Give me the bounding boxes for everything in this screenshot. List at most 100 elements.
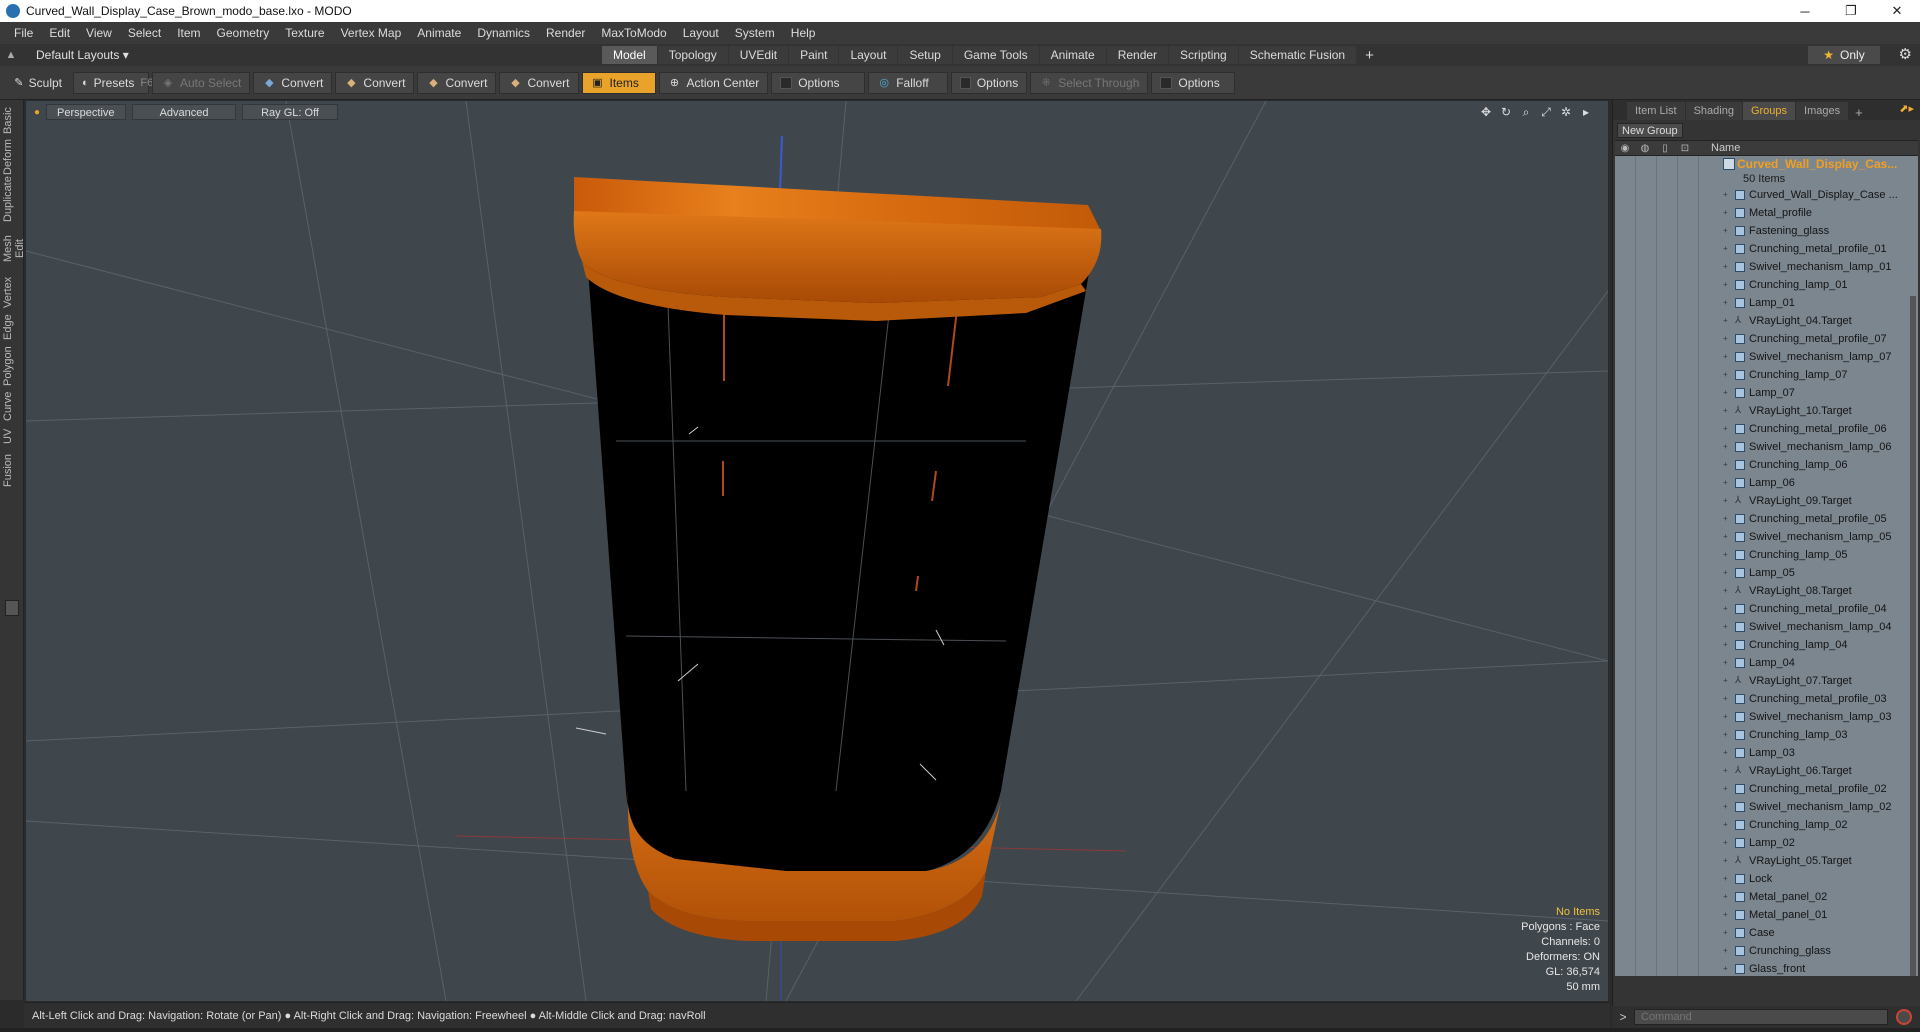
left-tab-duplicate[interactable]: Duplicate — [2, 176, 22, 222]
tree-item[interactable]: + Swivel_mechanism_lamp_07 — [1615, 348, 1918, 366]
tree-item[interactable]: + Crunching_metal_profile_05 — [1615, 510, 1918, 528]
only-toggle[interactable]: ★ Only — [1808, 46, 1880, 64]
expand-arrow-icon[interactable]: + — [1723, 726, 1728, 744]
menu-dynamics[interactable]: Dynamics — [469, 26, 538, 40]
expand-arrow-icon[interactable]: + — [1723, 834, 1728, 852]
panel-tab-item-list[interactable]: Item List — [1627, 102, 1685, 120]
menu-maxtomodo[interactable]: MaxToModo — [593, 26, 674, 40]
left-tab-uv[interactable]: UV — [2, 425, 22, 447]
tree-item[interactable]: + Crunching_metal_profile_02 — [1615, 780, 1918, 798]
command-input[interactable] — [1634, 1009, 1888, 1025]
expand-arrow-icon[interactable]: + — [1723, 348, 1728, 366]
convert-button-4[interactable]: ◆ Convert — [499, 71, 579, 94]
tab-paint[interactable]: Paint — [789, 46, 839, 64]
menu-system[interactable]: System — [727, 26, 783, 40]
viewport-settings-icon[interactable]: ✲ — [1556, 105, 1576, 120]
expand-arrow-icon[interactable]: + — [1723, 240, 1728, 258]
expand-arrow-icon[interactable]: + — [1723, 888, 1728, 906]
menu-vertex-map[interactable]: Vertex Map — [333, 26, 410, 40]
tree-item[interactable]: + Case — [1615, 924, 1918, 942]
tree-item[interactable]: + Crunching_lamp_01 — [1615, 276, 1918, 294]
tree-item[interactable]: + Crunching_metal_profile_03 — [1615, 690, 1918, 708]
pan-icon[interactable]: ✥ — [1476, 105, 1496, 120]
viewport-expand-icon[interactable]: ▸ — [1576, 105, 1596, 120]
menu-file[interactable]: File — [6, 26, 41, 40]
add-panel-tab-icon[interactable]: + — [1849, 105, 1869, 120]
tree-item[interactable]: + ⅄ VRayLight_08.Target — [1615, 582, 1918, 600]
left-panel-toggle[interactable] — [5, 600, 19, 616]
menu-geometry[interactable]: Geometry — [209, 26, 278, 40]
expand-arrow-icon[interactable]: + — [1723, 852, 1728, 870]
tree-item[interactable]: + Crunching_glass — [1615, 942, 1918, 960]
tree-item[interactable]: + Crunching_metal_profile_07 — [1615, 330, 1918, 348]
tree-item[interactable]: + ⅄ VRayLight_10.Target — [1615, 402, 1918, 420]
tree-item[interactable]: + Lamp_03 — [1615, 744, 1918, 762]
panel-tab-groups[interactable]: Groups — [1742, 102, 1796, 120]
tree-item[interactable]: + Lamp_02 — [1615, 834, 1918, 852]
left-tab-basic[interactable]: Basic — [2, 106, 22, 136]
convert-button-1[interactable]: ◆ Convert — [253, 71, 333, 94]
expand-arrow-icon[interactable]: + — [1723, 708, 1728, 726]
tree-item[interactable]: + Lamp_01 — [1615, 294, 1918, 312]
expand-arrow-icon[interactable]: + — [1723, 816, 1728, 834]
tree-item[interactable]: + Curved_Wall_Display_Case ... — [1615, 186, 1918, 204]
sculpt-button[interactable]: ✎ Sculpt — [6, 71, 70, 94]
tree-item[interactable]: + Metal_profile — [1615, 204, 1918, 222]
left-tab-vertex[interactable]: Vertex — [2, 275, 22, 309]
tab-animate[interactable]: Animate — [1039, 46, 1106, 64]
tree-item[interactable]: + ⅄ VRayLight_07.Target — [1615, 672, 1918, 690]
presets-button[interactable]: ◐ Presets F6 — [73, 71, 153, 94]
render-column-icon[interactable]: ◍ — [1635, 143, 1655, 154]
left-tab-polygon[interactable]: Polygon — [2, 345, 22, 387]
expand-arrow-icon[interactable]: + — [1723, 510, 1728, 528]
options-button-1[interactable]: Options — [771, 71, 866, 94]
visibility-column-icon[interactable]: ◉ — [1615, 143, 1635, 154]
layout-selector[interactable]: Default Layouts ▾ — [22, 48, 602, 62]
tree-item[interactable]: + Swivel_mechanism_lamp_05 — [1615, 528, 1918, 546]
tree-item[interactable]: + Glass_front — [1615, 960, 1918, 976]
expand-arrow-icon[interactable]: + — [1723, 744, 1728, 762]
tree-item[interactable]: + Crunching_lamp_06 — [1615, 456, 1918, 474]
items-button[interactable]: ▣ Items — [581, 71, 656, 94]
menu-render[interactable]: Render — [538, 26, 593, 40]
expand-arrow-icon[interactable]: + — [1723, 438, 1728, 456]
tree-item[interactable]: + ⅄ VRayLight_04.Target — [1615, 312, 1918, 330]
tree-item[interactable]: + ⅄ VRayLight_06.Target — [1615, 762, 1918, 780]
tree-item[interactable]: + Crunching_lamp_03 — [1615, 726, 1918, 744]
tree-item[interactable]: + Lamp_07 — [1615, 384, 1918, 402]
expand-arrow-icon[interactable]: + — [1723, 276, 1728, 294]
expand-arrow-icon[interactable]: + — [1723, 384, 1728, 402]
tree-item[interactable]: + Fastening_glass — [1615, 222, 1918, 240]
options-checkbox-1[interactable] — [780, 76, 793, 89]
expand-arrow-icon[interactable]: + — [1723, 798, 1728, 816]
expand-arrow-icon[interactable]: + — [1723, 402, 1728, 420]
tab-game-tools[interactable]: Game Tools — [952, 46, 1039, 64]
name-column-header[interactable]: Name — [1711, 142, 1740, 154]
tree-item[interactable]: + Swivel_mechanism_lamp_04 — [1615, 618, 1918, 636]
action-center-button[interactable]: ⊕ Action Center — [658, 71, 769, 94]
left-tab-curve[interactable]: Curve — [2, 390, 22, 422]
expand-arrow-icon[interactable]: + — [1723, 906, 1728, 924]
rotate-icon[interactable]: ↻ — [1496, 105, 1516, 120]
left-tab-deform[interactable]: Deform — [2, 138, 22, 176]
options-button-2[interactable]: Options — [951, 71, 1028, 94]
menu-texture[interactable]: Texture — [277, 26, 332, 40]
tree-item[interactable]: + Crunching_lamp_02 — [1615, 816, 1918, 834]
tree-item[interactable]: + Crunching_metal_profile_01 — [1615, 240, 1918, 258]
group-root[interactable]: Curved_Wall_Display_Cas... — [1615, 156, 1918, 172]
tree-item[interactable]: + Lamp_06 — [1615, 474, 1918, 492]
tab-schematic-fusion[interactable]: Schematic Fusion — [1238, 46, 1357, 64]
expand-arrow-icon[interactable]: + — [1723, 294, 1728, 312]
menu-animate[interactable]: Animate — [409, 26, 469, 40]
expand-arrow-icon[interactable]: + — [1723, 636, 1728, 654]
tree-item[interactable]: + Swivel_mechanism_lamp_01 — [1615, 258, 1918, 276]
tab-setup[interactable]: Setup — [898, 46, 952, 64]
tab-scripting[interactable]: Scripting — [1169, 46, 1238, 64]
select-column-icon[interactable]: ⊡ — [1675, 143, 1695, 154]
lock-column-icon[interactable]: ▯ — [1655, 143, 1675, 154]
expand-arrow-icon[interactable]: + — [1723, 312, 1728, 330]
auto-select-button[interactable]: ◈ Auto Select — [152, 71, 251, 94]
shading-mode-button[interactable]: Advanced — [132, 104, 237, 120]
expand-arrow-icon[interactable]: + — [1723, 960, 1728, 976]
gear-icon[interactable]: ⚙ — [1899, 45, 1912, 63]
